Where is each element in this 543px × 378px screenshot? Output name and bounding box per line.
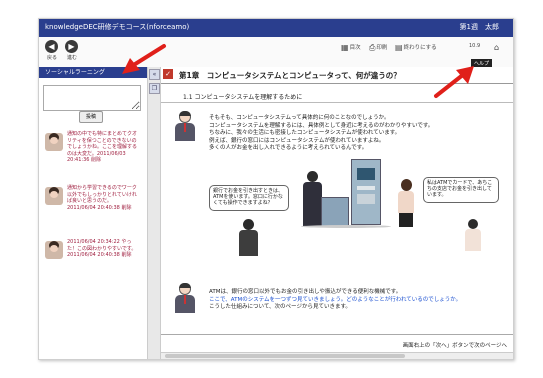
- arrow-right-icon: ▶: [68, 42, 75, 51]
- copy-button[interactable]: ❐: [149, 83, 160, 94]
- chapter-title: 第1章 コンピュータシステムとコンピュータって、何が違うの？: [179, 71, 401, 80]
- paragraph-1: そもそも、コンピュータシステムって具体的に何のことなのでしょうか。 コンピュータシ…: [209, 115, 434, 151]
- counter-shape: [321, 197, 349, 227]
- forward-button[interactable]: ▶: [65, 40, 78, 53]
- book-icon: ▤: [395, 43, 403, 52]
- finish-button[interactable]: ▤終わりにする: [395, 43, 437, 52]
- avatar: [45, 187, 63, 205]
- message-text: 2011/06/04 20:34:22 やった！この図わかりやすいです。 201…: [67, 239, 137, 258]
- atm-machine: [351, 159, 381, 225]
- copy-icon: ❐: [151, 85, 158, 92]
- red-arrow-annotation: [122, 44, 166, 74]
- back-label: 戻る: [47, 55, 58, 61]
- list-item: 通知の中でも特にまとめてクオリティを保つことのできないのでしょうかね。ここを理解…: [43, 129, 141, 177]
- divider: [161, 334, 513, 335]
- horizontal-scrollbar[interactable]: [161, 352, 513, 359]
- speech-bubble-left: 銀行でお金を引き出すときは、ATMを使います。窓口に行かなくても操作できますよね…: [209, 185, 289, 211]
- list-item: 2011/06/04 20:34:22 やった！この図わかりやすいです。 201…: [43, 237, 141, 285]
- teacher-avatar: [173, 283, 197, 313]
- footer-note: 画面右上の「次へ」ボタンで次のページへ: [402, 343, 507, 349]
- status-text: 10.9: [469, 43, 481, 49]
- social-learning-sidebar: ソーシャルラーニング 投稿 通知の中でも特にまとめてクオリティを保つことのできな…: [39, 67, 148, 359]
- help-icon[interactable]: ⌂: [494, 43, 499, 52]
- forward-label: 進む: [67, 55, 78, 61]
- avatar: [45, 241, 63, 259]
- avatar: [45, 133, 63, 151]
- user-label: 第1週 太郎: [459, 23, 499, 31]
- scrollbar-thumb[interactable]: [165, 354, 405, 358]
- red-arrow-annotation: [434, 66, 474, 98]
- speech-bubble-right: 私はATMでカードで、あちこちの支店でお金を引き出しています。: [423, 177, 499, 203]
- message-text: 通知の中でも特にまとめてクオリティを保つことのできないのでしょうかね。ここを理解…: [67, 131, 138, 163]
- message-text: 通知から学習できるのでワーク以外でもしっかりとれていければ良いと思うのだ。201…: [67, 185, 137, 211]
- grid-icon: ▦: [341, 43, 349, 52]
- print-button[interactable]: ⎙印刷: [369, 43, 387, 53]
- teacher-avatar: [173, 111, 197, 141]
- app-title: knowledgeDEC研修デモコース(nforceamo): [45, 23, 190, 31]
- title-bar: knowledgeDEC研修デモコース(nforceamo) 第1週 太郎: [39, 19, 513, 37]
- back-button[interactable]: ◀: [45, 40, 58, 53]
- paragraph-2: ATMは、銀行の窓口以外でもお金の引き出しや振込ができる便利な機械です。 ここで、…: [209, 289, 462, 310]
- arrow-left-icon: ◀: [48, 42, 55, 51]
- post-button[interactable]: 投稿: [79, 111, 103, 123]
- list-item: 通知から学習できるのでワーク以外でもしっかりとれていければ良いと思うのだ。201…: [43, 183, 141, 231]
- lesson-content: ✓ 第1章 コンピュータシステムとコンピュータって、何が違うの？ 1.1 コンピ…: [161, 67, 513, 359]
- section-title: 1.1 コンピュータシステムを理解するために: [183, 94, 303, 101]
- toc-button[interactable]: ▦目次: [341, 43, 361, 52]
- comment-input[interactable]: [43, 85, 141, 111]
- sidebar-toggle-strip: « ❐: [148, 67, 161, 359]
- print-icon: ⎙: [369, 43, 376, 52]
- divider: [161, 102, 513, 103]
